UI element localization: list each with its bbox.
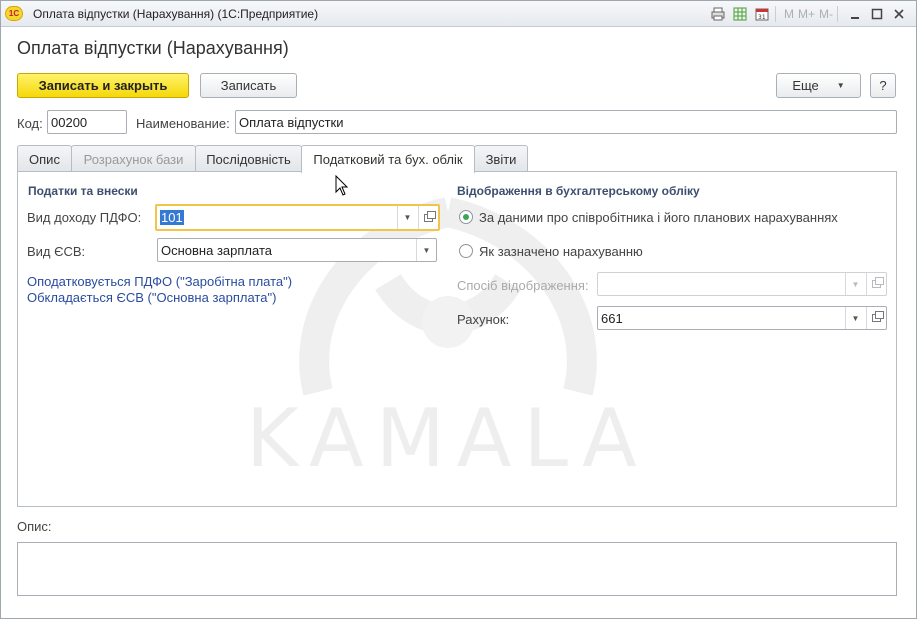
radio-as-specified[interactable] [459, 244, 473, 258]
form-title: Оплата відпустки (Нарахування) [17, 38, 289, 58]
window-title: Оплата відпустки (Нарахування) (1С:Предп… [33, 7, 319, 21]
close-icon[interactable] [890, 5, 908, 23]
chevron-down-icon: ▼ [836, 81, 845, 90]
code-label: Код: [17, 116, 43, 131]
income-type-label: Вид доходу ПДФО: [27, 210, 142, 225]
separator [837, 6, 838, 22]
tab-tax-accounting[interactable]: Податковий та бух. облік [301, 145, 475, 173]
accounting-section-title: Відображення в бухгалтерському обліку [457, 184, 700, 198]
app-window: 1С Оплата відпустки (Нарахування) (1С:Пр… [0, 0, 917, 619]
pdfo-link[interactable]: Оподатковується ПДФО ("Заробітна плата") [27, 274, 292, 289]
open-icon[interactable] [418, 206, 438, 229]
name-field[interactable]: Оплата відпустки [235, 110, 897, 134]
chevron-down-icon[interactable]: ▼ [416, 239, 436, 261]
app-logo: 1С [5, 6, 23, 21]
watermark-text: KAMALA [246, 392, 649, 485]
minimize-icon[interactable] [846, 5, 864, 23]
esv-label: Вид ЄСВ: [27, 244, 86, 259]
account-field[interactable]: 661 ▼ [597, 306, 887, 330]
code-field[interactable]: 00200 [47, 110, 127, 134]
tab-base-calculation[interactable]: Розрахунок бази [71, 145, 196, 172]
account-label: Рахунок: [457, 312, 510, 327]
method-label: Спосіб відображення: [457, 278, 589, 293]
open-icon[interactable] [866, 307, 886, 329]
more-button[interactable]: Еще ▼ [776, 73, 861, 98]
more-label: Еще [792, 78, 819, 93]
maximize-icon[interactable] [868, 5, 886, 23]
memory-m-button[interactable]: M [784, 7, 794, 21]
mouse-cursor-icon [335, 175, 349, 196]
title-bar: 1С Оплата відпустки (Нарахування) (1С:Пр… [1, 1, 916, 27]
print-icon[interactable] [709, 5, 727, 23]
memory-minus-button[interactable]: M- [819, 7, 833, 21]
chevron-down-icon[interactable]: ▼ [845, 307, 865, 329]
open-icon [866, 273, 886, 295]
income-type-value: 101 [160, 210, 184, 225]
chevron-down-icon[interactable]: ▼ [397, 206, 417, 229]
save-button[interactable]: Записать [200, 73, 297, 98]
help-button[interactable]: ? [870, 73, 896, 98]
table-icon[interactable] [731, 5, 749, 23]
save-and-close-button[interactable]: Записать и закрыть [17, 73, 189, 98]
name-label: Наименование: [136, 116, 230, 131]
chevron-down-icon: ▼ [845, 273, 865, 295]
income-type-field[interactable]: 101 ▼ [155, 204, 440, 231]
tab-reports[interactable]: Звіти [474, 145, 528, 172]
title-bar-tools: 31 M M+ M- [705, 5, 908, 23]
radio-by-employee-label[interactable]: За даними про співробітника і його плано… [479, 210, 838, 225]
tab-panel: KAMALA Податки та внески Вид доходу ПДФО… [17, 171, 897, 507]
method-field: ▼ [597, 272, 887, 296]
description-label: Опис: [17, 519, 52, 534]
radio-as-specified-label[interactable]: Як зазначено нарахуванню [479, 244, 643, 259]
memory-plus-button[interactable]: M+ [798, 7, 815, 21]
description-field[interactable] [17, 542, 897, 596]
calendar-icon[interactable]: 31 [753, 5, 771, 23]
tab-sequence[interactable]: Послідовність [195, 145, 302, 172]
tab-description[interactable]: Опис [17, 145, 72, 172]
account-value: 661 [601, 311, 623, 326]
separator [774, 6, 776, 22]
esv-field[interactable]: Основна зарплата ▼ [157, 238, 437, 262]
esv-link[interactable]: Обкладається ЄСВ ("Основна зарплата") [27, 290, 276, 305]
svg-text:31: 31 [758, 14, 766, 21]
taxes-section-title: Податки та внески [28, 184, 138, 198]
radio-by-employee[interactable] [459, 210, 473, 224]
esv-value: Основна зарплата [161, 243, 272, 258]
